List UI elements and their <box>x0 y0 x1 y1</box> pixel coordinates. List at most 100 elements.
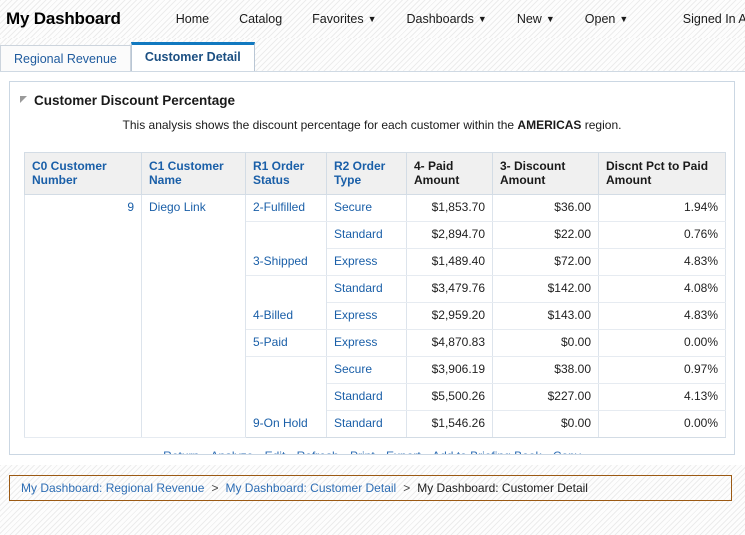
cell-paid-amount: $5,500.26 <box>407 384 493 411</box>
cell-order-type[interactable]: Secure <box>327 195 407 222</box>
action-separator: - <box>378 449 386 455</box>
breadcrumb-separator: > <box>396 481 417 495</box>
cell-order-status[interactable]: 9-On Hold <box>246 411 327 438</box>
cell-discount-pct: 0.00% <box>599 411 726 438</box>
cell-discount-pct: 4.83% <box>599 249 726 276</box>
action-link-return[interactable]: Return <box>163 449 199 455</box>
tab-regional-revenue[interactable]: Regional Revenue <box>0 45 131 71</box>
cell-paid-amount: $1,546.26 <box>407 411 493 438</box>
pivot-table-container: C0 Customer NumberC1 Customer NameR1 Ord… <box>10 132 734 438</box>
report-action-links: Return -Analyze -Edit -Refresh -Print -E… <box>10 438 734 455</box>
cell-customer-name[interactable]: Diego Link <box>142 195 246 438</box>
cell-discount-amount: $0.00 <box>493 411 599 438</box>
nav-item-label: Home <box>176 12 209 26</box>
report-description: This analysis shows the discount percent… <box>10 108 734 132</box>
cell-order-type[interactable]: Express <box>327 303 407 330</box>
cell-discount-pct: 0.97% <box>599 357 726 384</box>
cell-order-type[interactable]: Express <box>327 249 407 276</box>
nav-item-label: Catalog <box>239 12 282 26</box>
cell-paid-amount: $1,489.40 <box>407 249 493 276</box>
column-header-5[interactable]: 4- Paid Amount <box>407 153 493 195</box>
tab-customer-detail[interactable]: Customer Detail <box>131 42 255 71</box>
action-link-add-to-briefing-book[interactable]: Add to Briefing Book <box>432 449 541 455</box>
action-link-analyze[interactable]: Analyze <box>211 449 254 455</box>
cell-paid-amount: $3,906.19 <box>407 357 493 384</box>
cell-paid-amount: $1,853.70 <box>407 195 493 222</box>
action-link-edit[interactable]: Edit <box>265 449 286 455</box>
cell-discount-amount: $0.00 <box>493 330 599 357</box>
nav-item-label: New <box>517 12 542 26</box>
nav-item-catalog[interactable]: Catalog <box>239 12 282 26</box>
chevron-down-icon: ▼ <box>478 14 487 24</box>
nav-item-favorites[interactable]: Favorites ▼ <box>312 12 376 26</box>
cell-order-type[interactable]: Standard <box>327 222 407 249</box>
cell-order-status[interactable]: 4-Billed <box>246 303 327 330</box>
column-header-7[interactable]: Discnt Pct to Paid Amount <box>599 153 726 195</box>
cell-order-type[interactable]: Express <box>327 330 407 357</box>
column-header-3[interactable]: R1 Order Status <box>246 153 327 195</box>
cell-order-status <box>246 276 327 303</box>
chevron-down-icon: ▼ <box>619 14 628 24</box>
cell-discount-pct: 4.08% <box>599 276 726 303</box>
collapse-triangle-icon[interactable] <box>20 96 27 103</box>
chevron-down-icon: ▼ <box>368 14 377 24</box>
action-separator: - <box>289 449 297 455</box>
breadcrumb: My Dashboard: Regional Revenue >My Dashbo… <box>9 475 732 501</box>
column-header-4[interactable]: R2 Order Type <box>327 153 407 195</box>
cell-order-status <box>246 222 327 249</box>
pivot-table-head: C0 Customer NumberC1 Customer NameR1 Ord… <box>25 153 726 195</box>
action-separator: - <box>257 449 265 455</box>
nav-item-home[interactable]: Home <box>176 12 209 26</box>
cell-paid-amount: $2,894.70 <box>407 222 493 249</box>
chevron-down-icon: ▼ <box>546 14 555 24</box>
report-header: Customer Discount Percentage <box>10 82 734 108</box>
nav-item-dashboards[interactable]: Dashboards ▼ <box>407 12 487 26</box>
cell-discount-pct: 4.83% <box>599 303 726 330</box>
action-link-export[interactable]: Export <box>386 449 421 455</box>
cell-order-type[interactable]: Standard <box>327 384 407 411</box>
action-link-refresh[interactable]: Refresh <box>297 449 339 455</box>
cell-order-type[interactable]: Standard <box>327 276 407 303</box>
column-header-6[interactable]: 3- Discount Amount <box>493 153 599 195</box>
nav-item-label: Open <box>585 12 616 26</box>
table-row: 9Diego Link2-FulfilledSecure$1,853.70$36… <box>25 195 726 222</box>
nav-item-label: Favorites <box>312 12 363 26</box>
report-description-suffix: region. <box>581 118 621 132</box>
dashboard-content: Customer Discount Percentage This analys… <box>0 71 745 465</box>
column-header-1[interactable]: C0 Customer Number <box>25 153 142 195</box>
cell-paid-amount: $2,959.20 <box>407 303 493 330</box>
cell-discount-pct: 1.94% <box>599 195 726 222</box>
nav-item-label: Dashboards <box>407 12 474 26</box>
cell-order-status[interactable]: 3-Shipped <box>246 249 327 276</box>
cell-discount-amount: $22.00 <box>493 222 599 249</box>
action-separator: - <box>203 449 211 455</box>
action-separator: - <box>424 449 432 455</box>
cell-order-status[interactable]: 2-Fulfilled <box>246 195 327 222</box>
cell-discount-amount: $72.00 <box>493 249 599 276</box>
column-header-2[interactable]: C1 Customer Name <box>142 153 246 195</box>
nav-item-new[interactable]: New ▼ <box>517 12 555 26</box>
page-title: My Dashboard <box>6 9 121 29</box>
cell-discount-pct: 0.00% <box>599 330 726 357</box>
breadcrumb-item-2[interactable]: My Dashboard: Customer Detail <box>225 481 396 495</box>
action-separator: - <box>545 449 553 455</box>
cell-discount-amount: $38.00 <box>493 357 599 384</box>
action-link-copy[interactable]: Copy <box>553 449 581 455</box>
cell-discount-amount: $36.00 <box>493 195 599 222</box>
cell-discount-pct: 4.13% <box>599 384 726 411</box>
cell-discount-pct: 0.76% <box>599 222 726 249</box>
cell-order-status <box>246 357 327 384</box>
nav-item-open[interactable]: Open▼ <box>585 12 629 26</box>
action-link-print[interactable]: Print <box>350 449 375 455</box>
report-description-region: AMERICAS <box>517 118 581 132</box>
cell-order-type[interactable]: Standard <box>327 411 407 438</box>
cell-discount-amount: $143.00 <box>493 303 599 330</box>
signed-in-as-menu[interactable]: Signed In As <box>683 12 745 26</box>
breadcrumb-item-1[interactable]: My Dashboard: Regional Revenue <box>21 481 204 495</box>
cell-order-status[interactable]: 5-Paid <box>246 330 327 357</box>
cell-customer-number: 9 <box>25 195 142 438</box>
cell-order-type[interactable]: Secure <box>327 357 407 384</box>
breadcrumb-area: My Dashboard: Regional Revenue >My Dashbo… <box>0 465 745 535</box>
report-title: Customer Discount Percentage <box>34 93 235 108</box>
cell-paid-amount: $4,870.83 <box>407 330 493 357</box>
